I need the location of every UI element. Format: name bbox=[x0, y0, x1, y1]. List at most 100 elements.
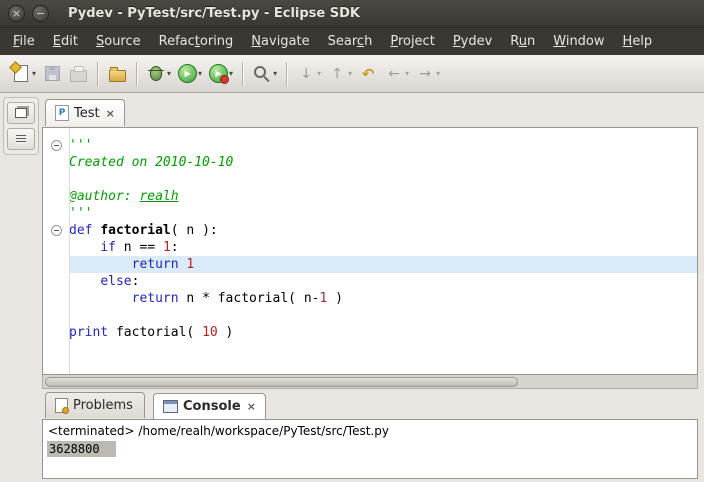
code-token: 1 bbox=[163, 240, 171, 255]
fold-margin bbox=[43, 188, 69, 205]
collapse-icon[interactable] bbox=[51, 140, 62, 151]
menu-item-pydev[interactable]: Pydev bbox=[444, 29, 501, 55]
code-line[interactable]: ''' bbox=[43, 205, 697, 222]
code-line[interactable] bbox=[43, 307, 697, 324]
tab-problems[interactable]: Problems bbox=[45, 392, 145, 418]
fold-margin bbox=[43, 256, 69, 273]
menu-item-run[interactable]: Run bbox=[501, 29, 544, 55]
code-token: n == bbox=[116, 240, 163, 255]
console-status: <terminated> /home/realh/workspace/PyTes… bbox=[43, 420, 697, 441]
tab-console[interactable]: Console × bbox=[153, 393, 266, 419]
list-icon bbox=[16, 135, 26, 144]
code-line[interactable] bbox=[43, 171, 697, 188]
tab-label: Problems bbox=[73, 398, 133, 413]
code-token: return bbox=[132, 291, 179, 306]
view-menu-button[interactable] bbox=[7, 128, 35, 150]
fold-margin bbox=[43, 324, 69, 341]
code-line-text: ''' bbox=[69, 137, 697, 154]
prev-annotation-button: ↑ ▾ bbox=[324, 62, 355, 86]
code-line[interactable]: return n * factorial( n-1 ) bbox=[43, 290, 697, 307]
code-token: ''' bbox=[69, 206, 92, 221]
tab-close-icon[interactable]: × bbox=[106, 108, 115, 119]
open-wizard-button[interactable] bbox=[104, 62, 130, 86]
fold-margin bbox=[43, 205, 69, 222]
code-line-text: @author: realh bbox=[69, 188, 697, 205]
console-view[interactable]: <terminated> /home/realh/workspace/PyTes… bbox=[42, 419, 698, 479]
code-token bbox=[69, 257, 132, 272]
play-icon: ▶ bbox=[184, 70, 190, 78]
code-line[interactable]: Created on 2010-10-10 bbox=[43, 154, 697, 171]
scrollbar-thumb[interactable] bbox=[45, 377, 518, 387]
code-line-text: print factorial( 10 ) bbox=[69, 324, 697, 341]
console-output: 3628800 bbox=[47, 441, 116, 457]
chevron-down-icon[interactable]: ▾ bbox=[273, 69, 277, 78]
save-icon bbox=[42, 64, 62, 84]
fast-view-bar bbox=[3, 97, 39, 479]
horizontal-scrollbar[interactable] bbox=[42, 375, 698, 389]
code-line[interactable]: def factorial( n ): bbox=[43, 222, 697, 239]
code-token: factorial bbox=[100, 223, 170, 238]
code-line[interactable]: return 1 bbox=[43, 256, 697, 273]
close-button[interactable]: × bbox=[8, 5, 25, 22]
collapse-icon[interactable] bbox=[51, 225, 62, 236]
chevron-down-icon[interactable]: ▾ bbox=[167, 69, 171, 78]
fold-margin bbox=[43, 154, 69, 171]
bottom-panel: Problems Console × <terminated> /home/re… bbox=[42, 392, 698, 479]
code-token: realh bbox=[139, 189, 178, 204]
menu-item-source[interactable]: Source bbox=[87, 29, 150, 55]
minimize-button[interactable]: − bbox=[32, 5, 49, 22]
menu-item-window[interactable]: Window bbox=[544, 29, 613, 55]
editor-tab-row: P Test × bbox=[42, 99, 698, 127]
search-button[interactable]: ▾ bbox=[249, 62, 280, 86]
tab-test[interactable]: P Test × bbox=[45, 99, 125, 126]
tab-close-icon[interactable]: × bbox=[247, 401, 256, 412]
code-line[interactable]: if n == 1: bbox=[43, 239, 697, 256]
chevron-down-icon: ▾ bbox=[405, 69, 409, 78]
code-token: ) bbox=[327, 291, 343, 306]
next-annotation-icon: ↓ bbox=[296, 64, 316, 84]
problems-icon bbox=[55, 398, 68, 413]
menu-item-help[interactable]: Help bbox=[614, 29, 662, 55]
fold-margin bbox=[43, 239, 69, 256]
menu-item-refactoring[interactable]: Refactoring bbox=[150, 29, 243, 55]
print-button bbox=[65, 62, 91, 86]
code-token: n * factorial( n- bbox=[179, 291, 320, 306]
next-annotation-button: ↓ ▾ bbox=[293, 62, 324, 86]
chevron-down-icon[interactable]: ▾ bbox=[229, 69, 233, 78]
last-edit-location-button[interactable]: ↶ bbox=[355, 62, 381, 86]
restore-views-button[interactable] bbox=[7, 102, 35, 124]
menu-item-project[interactable]: Project bbox=[381, 29, 444, 55]
chevron-down-icon[interactable]: ▾ bbox=[198, 69, 202, 78]
menu-item-edit[interactable]: Edit bbox=[44, 29, 87, 55]
code-token: return bbox=[132, 257, 179, 272]
menu-item-navigate[interactable]: Navigate bbox=[242, 29, 318, 55]
code-line-text: if n == 1: bbox=[69, 239, 697, 256]
chevron-down-icon: ▾ bbox=[317, 69, 321, 78]
code-line[interactable]: else: bbox=[43, 273, 697, 290]
restore-icon bbox=[15, 108, 27, 118]
code-line-text: else: bbox=[69, 273, 697, 290]
forward-icon: → bbox=[415, 64, 435, 84]
menu-item-file[interactable]: File bbox=[4, 29, 44, 55]
chevron-down-icon: ▾ bbox=[348, 69, 352, 78]
code-editor[interactable]: '''Created on 2010-10-10@author: realh''… bbox=[42, 127, 698, 375]
toolbar-separator bbox=[136, 62, 137, 86]
folder-icon bbox=[107, 64, 127, 84]
debug-button[interactable]: ▾ bbox=[143, 62, 174, 86]
external-tools-icon: ▶ bbox=[208, 64, 228, 84]
run-button[interactable]: ▶ ▾ bbox=[174, 62, 205, 86]
external-tools-button[interactable]: ▶ ▾ bbox=[205, 62, 236, 86]
code-token bbox=[69, 274, 100, 289]
menu-item-search[interactable]: Search bbox=[319, 29, 382, 55]
code-line[interactable]: ''' bbox=[43, 137, 697, 154]
code-line[interactable]: @author: realh bbox=[43, 188, 697, 205]
code-line-text: return n * factorial( n-1 ) bbox=[69, 290, 697, 307]
new-wizard-button[interactable]: ▾ bbox=[8, 62, 39, 86]
code-token: factorial( bbox=[108, 325, 202, 340]
chevron-down-icon[interactable]: ▾ bbox=[32, 69, 36, 78]
code-line[interactable]: print factorial( 10 ) bbox=[43, 324, 697, 341]
code-token: ( n ): bbox=[171, 223, 218, 238]
code-line-text: Created on 2010-10-10 bbox=[69, 154, 697, 171]
code-line-text bbox=[69, 171, 697, 188]
fold-margin bbox=[43, 290, 69, 307]
